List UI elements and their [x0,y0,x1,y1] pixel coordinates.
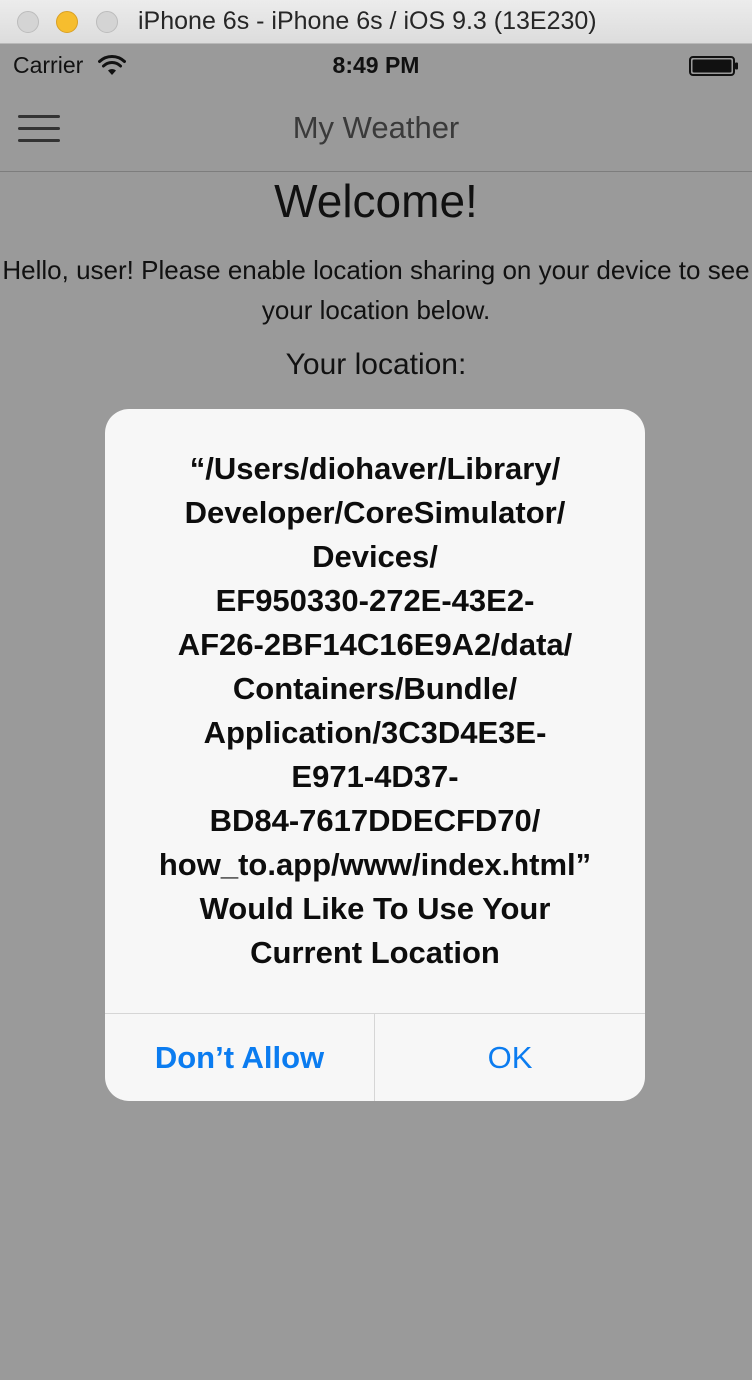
battery-icon [689,56,738,76]
status-time: 8:49 PM [332,52,420,78]
status-bar: Carrier 8:49 PM [0,44,752,86]
minimize-window-button[interactable] [56,11,78,33]
device-screen: Carrier 8:49 PM My Weather Welcome! Hell… [0,44,752,1380]
simulator-window: iPhone 6s - iPhone 6s / iOS 9.3 (13E230)… [0,0,752,1380]
nav-title: My Weather [292,110,460,145]
close-window-button[interactable] [17,11,39,33]
alert-button-row: Don’t Allow OK [105,1013,645,1101]
location-heading: Your location: [285,348,467,381]
window-title: iPhone 6s - iPhone 6s / iOS 9.3 (13E230) [138,7,597,35]
zoom-window-button[interactable] [96,11,118,33]
navigation-bar: My Weather [0,86,752,172]
dont-allow-button[interactable]: Don’t Allow [105,1014,375,1101]
window-titlebar: iPhone 6s - iPhone 6s / iOS 9.3 (13E230) [0,0,752,44]
welcome-heading: Welcome! [274,175,478,227]
location-permission-alert: “/Users/diohaver/Library/ Developer/Core… [105,409,645,1101]
alert-message: “/Users/diohaver/Library/ Developer/Core… [158,451,592,970]
intro-text: Hello, user! Please enable location shar… [2,255,750,325]
ok-button[interactable]: OK [375,1014,645,1101]
